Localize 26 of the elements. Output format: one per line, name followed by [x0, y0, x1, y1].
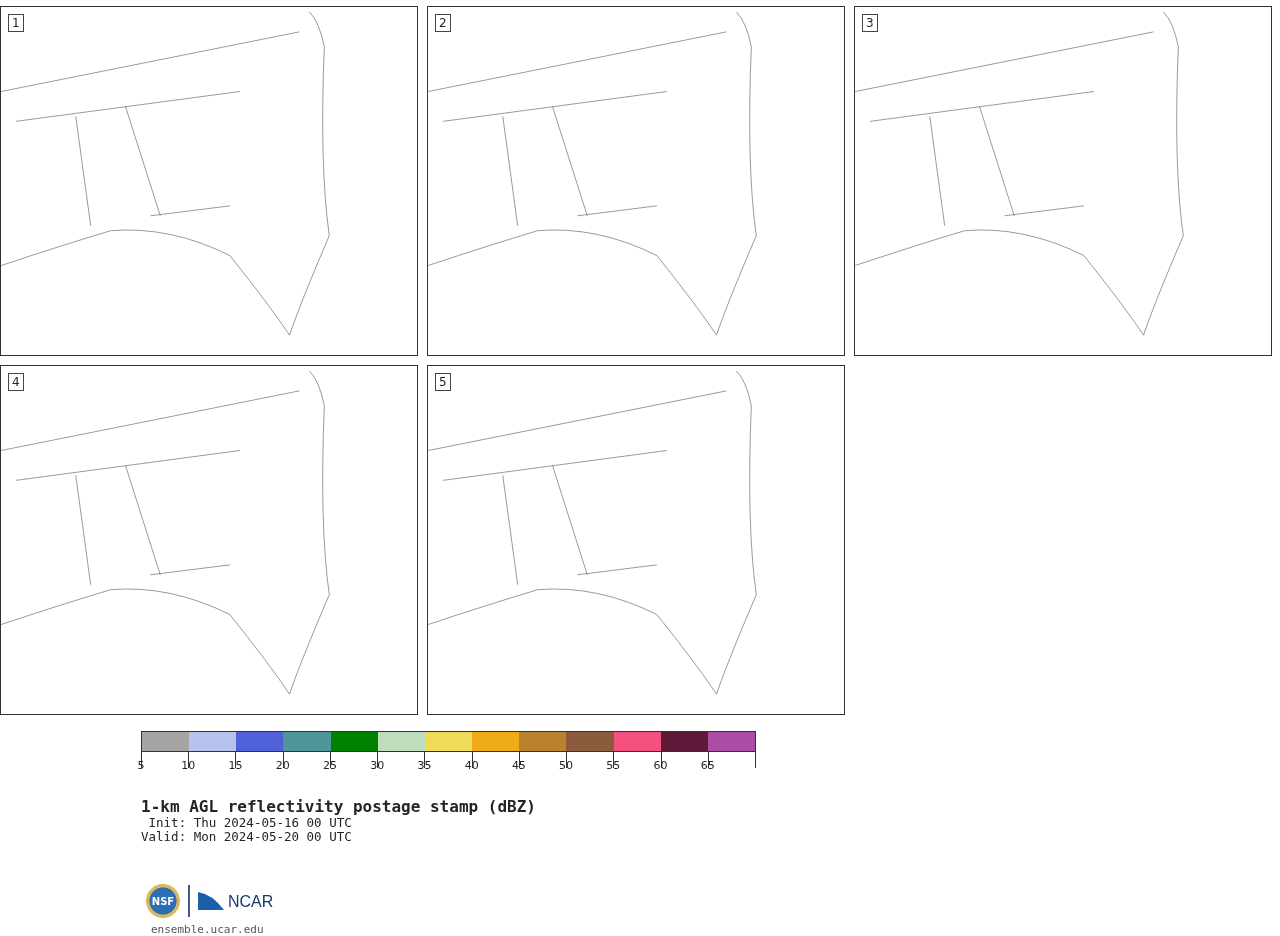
website-url: ensemble.ucar.edu — [151, 922, 265, 936]
panel-number: 2 — [435, 14, 451, 32]
colorbar-tick-label: 20 — [275, 759, 290, 773]
colorbar-tick-label: 40 — [464, 759, 479, 773]
colorbar-tick-label: 60 — [653, 759, 668, 773]
colorbar-tick-label: 10 — [181, 759, 196, 773]
colorbar-tick-label: 55 — [606, 759, 621, 773]
colorbar-tick-label: 30 — [370, 759, 385, 773]
swoosh-icon — [198, 892, 224, 910]
ncar-logo-text: NCAR — [228, 894, 274, 910]
panel-number: 3 — [862, 14, 878, 32]
panel-number: 5 — [435, 373, 451, 391]
panel-number: 4 — [8, 373, 24, 391]
colorbar-tick-label: 15 — [228, 759, 243, 773]
figure-title: 1-km AGL reflectivity postage stamp (dBZ) — [141, 798, 537, 816]
colorbar-tick-label: 35 — [417, 759, 432, 773]
valid-time: Valid: Mon 2024-05-20 00 UTC — [141, 830, 353, 844]
globe-logo: NSF — [146, 884, 180, 918]
init-time: Init: Thu 2024-05-16 00 UTC — [147, 816, 353, 830]
colorbar-tick-label: 65 — [700, 759, 715, 773]
colorbar-tick-label: 45 — [511, 759, 526, 773]
colorbar-tick-label: 25 — [322, 759, 337, 773]
panel-number: 1 — [8, 14, 24, 32]
colorbar-tick-label: 5 — [137, 759, 145, 773]
colorbar-tick-label: 50 — [559, 759, 574, 773]
logo-divider — [188, 885, 190, 917]
